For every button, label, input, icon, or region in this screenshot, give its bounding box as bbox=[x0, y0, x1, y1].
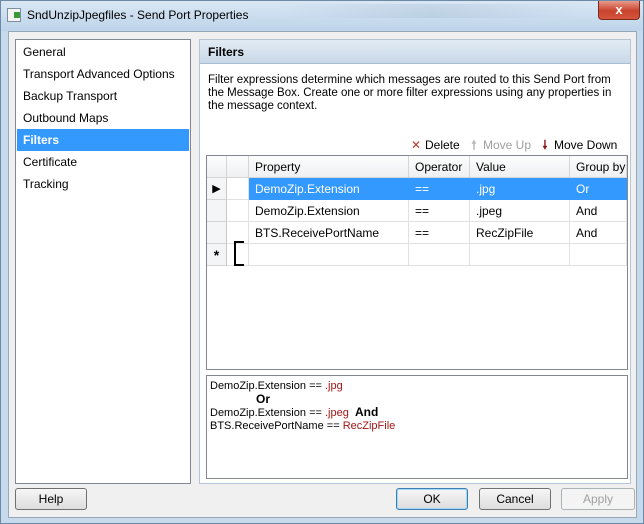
ok-button[interactable]: OK bbox=[396, 488, 468, 510]
arrow-up-icon: 🠕 bbox=[471, 138, 477, 152]
preview-operator: == bbox=[326, 420, 340, 432]
preview-and-operator: And bbox=[354, 405, 379, 419]
new-cell-value[interactable] bbox=[470, 244, 570, 266]
new-row[interactable]: * bbox=[207, 244, 627, 266]
row-header[interactable] bbox=[207, 200, 227, 222]
and-group-bracket-icon bbox=[234, 241, 244, 266]
cell-property[interactable]: DemoZip.Extension bbox=[249, 200, 409, 222]
new-row-asterisk-icon[interactable]: * bbox=[207, 244, 227, 266]
preview-line: DemoZip.Extension == .jpeg And bbox=[210, 406, 624, 420]
column-header-property[interactable]: Property bbox=[249, 156, 409, 178]
column-header-operator[interactable]: Operator bbox=[409, 156, 470, 178]
cell-operator[interactable]: == bbox=[409, 222, 470, 244]
new-cell-operator[interactable] bbox=[409, 244, 470, 266]
filters-panel: Filters Filter expressions determine whi… bbox=[199, 39, 631, 484]
column-header-group-by[interactable]: Group by bbox=[570, 156, 627, 178]
close-button[interactable]: x bbox=[598, 1, 640, 20]
grid-group-column-header bbox=[227, 156, 249, 178]
table-row[interactable]: DemoZip.Extension == .jpeg And bbox=[207, 200, 627, 222]
panel-description: Filter expressions determine which messa… bbox=[208, 74, 612, 112]
send-port-properties-window: SndUnzipJpegfiles - Send Port Properties… bbox=[0, 0, 644, 524]
apply-button[interactable]: Apply bbox=[561, 488, 635, 510]
title-bar[interactable]: SndUnzipJpegfiles - Send Port Properties… bbox=[1, 1, 643, 31]
preview-value: RecZipFile bbox=[342, 420, 396, 432]
help-button[interactable]: Help bbox=[15, 488, 87, 510]
dialog-client-area: General Transport Advanced Options Backu… bbox=[8, 31, 637, 518]
move-up-button[interactable]: 🠕 Move Up bbox=[468, 137, 531, 153]
preview-property: BTS.ReceivePortName bbox=[210, 420, 324, 432]
nav-item-filters[interactable]: Filters bbox=[17, 129, 189, 151]
cell-operator[interactable]: == bbox=[409, 200, 470, 222]
delete-button[interactable]: ✕ Delete bbox=[410, 137, 460, 153]
preview-line: DemoZip.Extension == .jpg bbox=[210, 380, 624, 393]
panel-title: Filters bbox=[208, 45, 245, 59]
nav-item-outbound-maps[interactable]: Outbound Maps bbox=[17, 107, 189, 129]
preview-property: DemoZip.Extension bbox=[210, 407, 306, 419]
cell-value[interactable]: .jpeg bbox=[470, 200, 570, 222]
grid-corner bbox=[207, 156, 227, 178]
nav-item-certificate[interactable]: Certificate bbox=[17, 151, 189, 173]
current-row-indicator-icon[interactable]: ▶ bbox=[207, 178, 227, 200]
move-down-button[interactable]: 🠗 Move Down bbox=[539, 137, 617, 153]
row-header[interactable] bbox=[207, 222, 227, 244]
cell-value[interactable]: RecZipFile bbox=[470, 222, 570, 244]
preview-or-operator: Or bbox=[256, 392, 271, 406]
cell-operator[interactable]: == bbox=[409, 178, 470, 200]
app-icon bbox=[7, 8, 21, 22]
arrow-down-icon: 🠗 bbox=[542, 138, 548, 152]
cell-group-by[interactable]: And bbox=[570, 200, 627, 222]
panel-header: Filters bbox=[200, 40, 630, 64]
table-row[interactable]: BTS.ReceivePortName == RecZipFile And bbox=[207, 222, 627, 244]
nav-item-general[interactable]: General bbox=[17, 41, 189, 63]
preview-value: .jpg bbox=[324, 380, 343, 392]
new-cell-group-by[interactable] bbox=[570, 244, 627, 266]
row-group-cell bbox=[227, 178, 249, 200]
filter-expression-preview: DemoZip.Extension == .jpg Or DemoZip.Ext… bbox=[206, 375, 628, 479]
cell-property[interactable]: DemoZip.Extension bbox=[249, 178, 409, 200]
cell-group-by[interactable]: Or bbox=[570, 178, 627, 200]
row-group-cell bbox=[227, 200, 249, 222]
preview-line: BTS.ReceivePortName == RecZipFile bbox=[210, 420, 624, 433]
title-bar-background-artifact bbox=[281, 4, 581, 18]
window-title: SndUnzipJpegfiles - Send Port Properties bbox=[27, 8, 249, 22]
close-icon: x bbox=[615, 2, 623, 17]
preview-operator: == bbox=[309, 407, 322, 419]
nav-item-tracking[interactable]: Tracking bbox=[17, 173, 189, 195]
cell-value[interactable]: .jpg bbox=[470, 178, 570, 200]
property-pages-nav: General Transport Advanced Options Backu… bbox=[15, 39, 191, 484]
delete-icon: ✕ bbox=[410, 138, 422, 152]
preview-value: .jpeg bbox=[324, 407, 349, 419]
nav-item-transport-advanced-options[interactable]: Transport Advanced Options bbox=[17, 63, 189, 85]
cancel-button[interactable]: Cancel bbox=[479, 488, 551, 510]
filter-expressions-grid[interactable]: Property Operator Value Group by ▶ DemoZ… bbox=[206, 155, 628, 370]
move-up-label: Move Up bbox=[483, 138, 532, 152]
new-cell-property[interactable] bbox=[249, 244, 409, 266]
move-down-label: Move Down bbox=[554, 138, 618, 152]
column-header-value[interactable]: Value bbox=[470, 156, 570, 178]
preview-property: DemoZip.Extension bbox=[210, 380, 306, 392]
cell-group-by[interactable]: And bbox=[570, 222, 627, 244]
nav-item-backup-transport[interactable]: Backup Transport bbox=[17, 85, 189, 107]
delete-label: Delete bbox=[425, 138, 460, 152]
preview-operator: == bbox=[309, 380, 322, 392]
cell-property[interactable]: BTS.ReceivePortName bbox=[249, 222, 409, 244]
table-row[interactable]: ▶ DemoZip.Extension == .jpg Or bbox=[207, 178, 627, 200]
